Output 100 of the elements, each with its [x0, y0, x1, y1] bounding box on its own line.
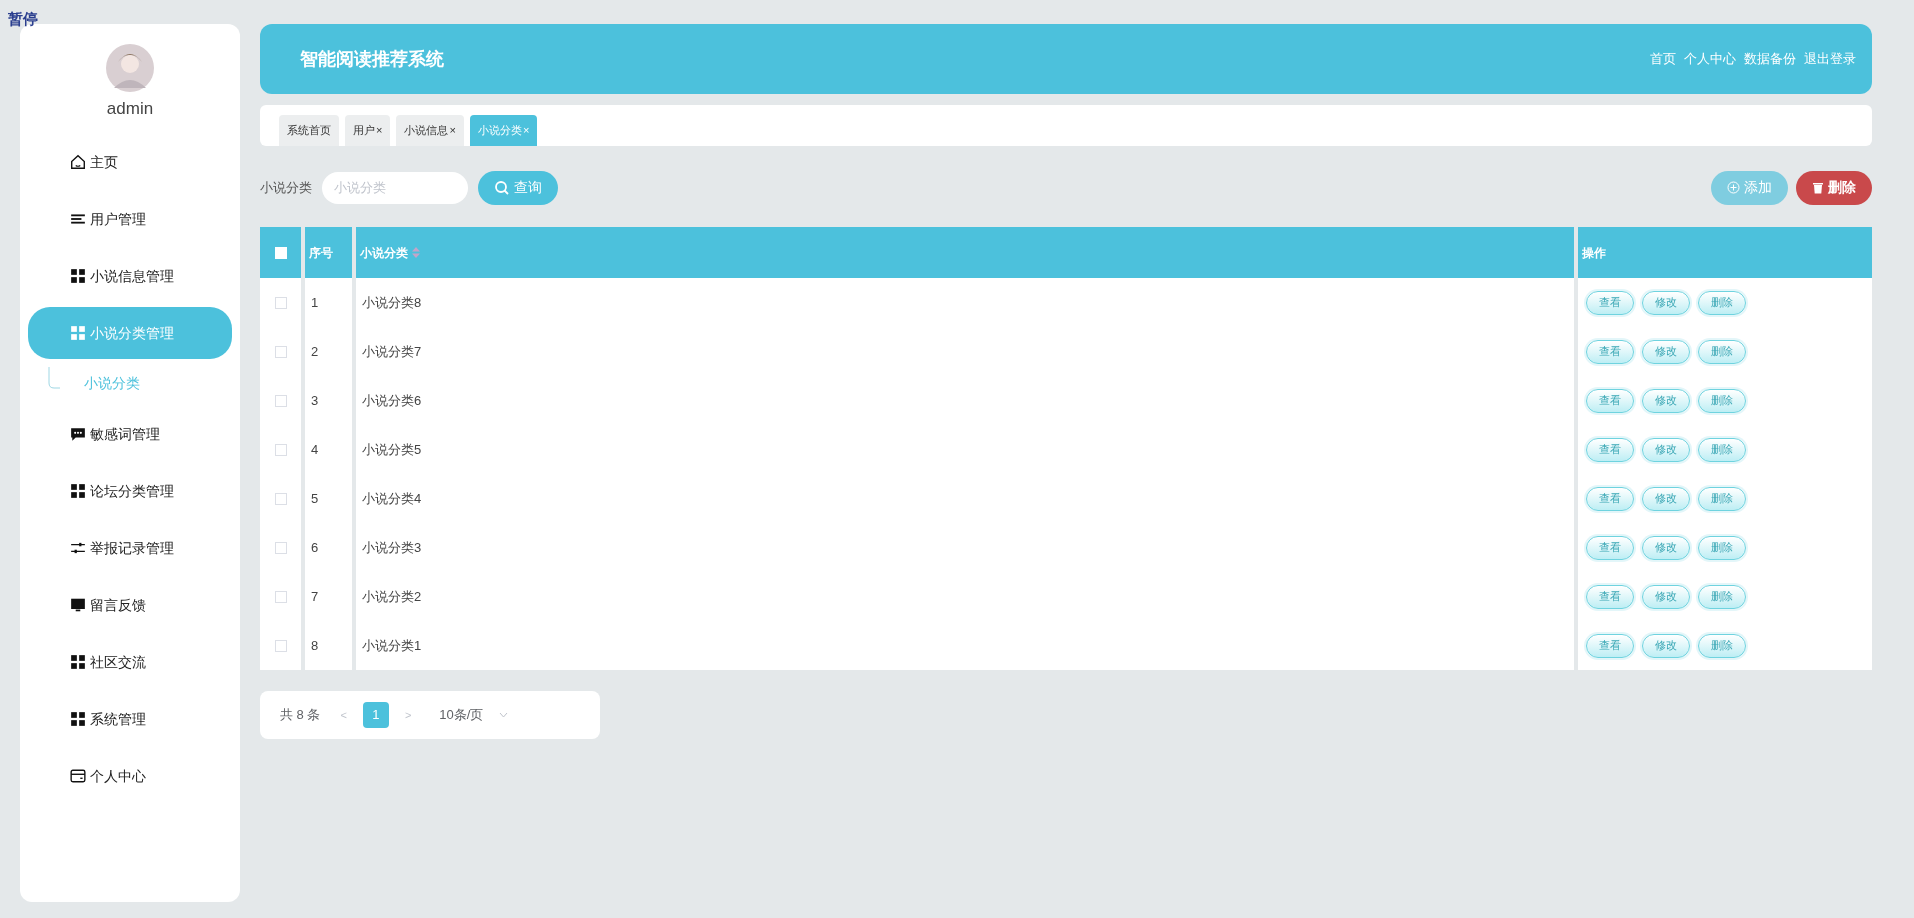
row-action-button[interactable]: 查看: [1586, 633, 1634, 658]
page-tab[interactable]: 用户×: [345, 115, 391, 146]
row-action-button[interactable]: 删除: [1698, 633, 1746, 658]
table-cell: 小说分类4: [356, 474, 1578, 523]
table-cell: 小说分类2: [356, 572, 1578, 621]
next-page-button[interactable]: >: [404, 706, 412, 724]
table-cell: 2: [305, 327, 356, 376]
search-field[interactable]: 小说分类: [322, 171, 468, 204]
page-tab[interactable]: 小说分类×: [469, 115, 538, 146]
column-header: 操作: [1581, 244, 1607, 262]
table-cell: 1: [305, 278, 356, 327]
sub-nav-item[interactable]: 小说分类: [84, 373, 140, 394]
card-icon: [70, 768, 86, 784]
plus-circle-icon: [1727, 181, 1740, 194]
search-label: 小说分类: [260, 178, 312, 197]
row-action-button[interactable]: 修改: [1642, 339, 1690, 364]
row-checkbox[interactable]: [274, 541, 287, 554]
row-action-button[interactable]: 查看: [1586, 437, 1634, 462]
prev-page-button[interactable]: <: [340, 706, 347, 724]
grid-icon: [70, 325, 86, 341]
row-checkbox[interactable]: [274, 639, 287, 652]
row-action-button[interactable]: 删除: [1698, 584, 1746, 609]
table-cell: 小说分类6: [356, 376, 1578, 425]
row-action-button[interactable]: 修改: [1642, 584, 1690, 609]
row-action-button[interactable]: 修改: [1642, 388, 1690, 413]
table-cell: 7: [305, 572, 356, 621]
trash-icon: [1812, 181, 1824, 194]
nav-item[interactable]: 用户管理: [28, 193, 232, 245]
page-size-select[interactable]: 10条/页: [439, 705, 509, 725]
total-count: 共 8 条: [280, 706, 321, 725]
close-icon[interactable]: ×: [376, 122, 383, 139]
row-action-button[interactable]: 修改: [1642, 290, 1690, 315]
close-icon[interactable]: ×: [522, 122, 530, 139]
chat-icon: [70, 426, 86, 442]
row-action-button[interactable]: 删除: [1698, 339, 1746, 364]
row-action-button[interactable]: 删除: [1698, 486, 1746, 511]
header-link[interactable]: 数据备份: [1744, 49, 1796, 69]
nav-item[interactable]: 留言反馈: [28, 579, 232, 631]
delete-button[interactable]: 删除: [1796, 170, 1872, 205]
table-cell: 小说分类7: [356, 327, 1578, 376]
row-action-button[interactable]: 查看: [1586, 339, 1634, 364]
nav-item[interactable]: 主页: [28, 136, 232, 188]
table-cell: 小说分类5: [356, 425, 1578, 474]
row-action-button[interactable]: 修改: [1642, 535, 1690, 560]
table-cell: 8: [305, 621, 356, 670]
search-button[interactable]: 查询: [478, 170, 558, 205]
monitor-icon: [70, 597, 86, 613]
chevron-down-icon: [499, 712, 509, 718]
pause-label: 暂停: [8, 9, 38, 29]
nav-item[interactable]: 小说信息管理: [28, 250, 232, 302]
nav-item[interactable]: 社区交流: [28, 636, 232, 688]
home-icon: [70, 154, 86, 170]
sort-icon[interactable]: [412, 247, 420, 258]
row-action-button[interactable]: 删除: [1698, 290, 1746, 315]
row-checkbox[interactable]: [274, 394, 287, 407]
username: admin: [106, 98, 154, 120]
table-cell: 4: [305, 425, 356, 474]
table-cell: 3: [305, 376, 356, 425]
row-action-button[interactable]: 删除: [1698, 388, 1746, 413]
nav-item[interactable]: 个人中心: [28, 750, 232, 802]
row-action-button[interactable]: 修改: [1642, 633, 1690, 658]
header-link[interactable]: 个人中心: [1684, 49, 1736, 69]
row-action-button[interactable]: 修改: [1642, 437, 1690, 462]
app-title: 智能阅读推荐系统: [300, 47, 444, 71]
table-cell: 6: [305, 523, 356, 572]
header-link[interactable]: 首页: [1650, 49, 1676, 69]
nav-item[interactable]: 敏感词管理: [28, 408, 232, 460]
page-tab[interactable]: 小说信息×: [396, 115, 464, 146]
row-action-button[interactable]: 查看: [1586, 486, 1634, 511]
grid-icon: [70, 483, 86, 499]
grid-icon: [70, 654, 86, 670]
row-action-button[interactable]: 查看: [1586, 584, 1634, 609]
table-cell: 小说分类3: [356, 523, 1578, 572]
row-checkbox[interactable]: [274, 590, 287, 603]
row-checkbox[interactable]: [274, 296, 287, 309]
row-checkbox[interactable]: [274, 345, 287, 358]
header-link[interactable]: 退出登录: [1804, 49, 1856, 69]
column-header: 序号: [305, 227, 356, 278]
close-icon[interactable]: ×: [449, 122, 456, 139]
row-checkbox[interactable]: [274, 443, 287, 456]
nav-item[interactable]: 举报记录管理: [28, 522, 232, 574]
table-cell: 小说分类1: [356, 621, 1578, 670]
sliders-icon: [70, 540, 86, 556]
row-action-button[interactable]: 查看: [1586, 388, 1634, 413]
nav-item[interactable]: 系统管理: [28, 693, 232, 745]
row-action-button[interactable]: 查看: [1586, 290, 1634, 315]
page-number[interactable]: 1: [362, 702, 389, 728]
add-button[interactable]: 添加: [1711, 170, 1788, 205]
nav-item[interactable]: 小说分类管理: [28, 307, 232, 359]
row-checkbox[interactable]: [274, 492, 287, 505]
menu-icon: [70, 211, 86, 227]
nav-item[interactable]: 论坛分类管理: [28, 465, 232, 517]
grid-icon: [70, 711, 86, 727]
table-cell: 5: [305, 474, 356, 523]
row-action-button[interactable]: 删除: [1698, 535, 1746, 560]
row-action-button[interactable]: 删除: [1698, 437, 1746, 462]
header-checkbox[interactable]: [274, 246, 287, 259]
row-action-button[interactable]: 查看: [1586, 535, 1634, 560]
page-tab[interactable]: 系统首页: [279, 115, 339, 146]
row-action-button[interactable]: 修改: [1642, 486, 1690, 511]
